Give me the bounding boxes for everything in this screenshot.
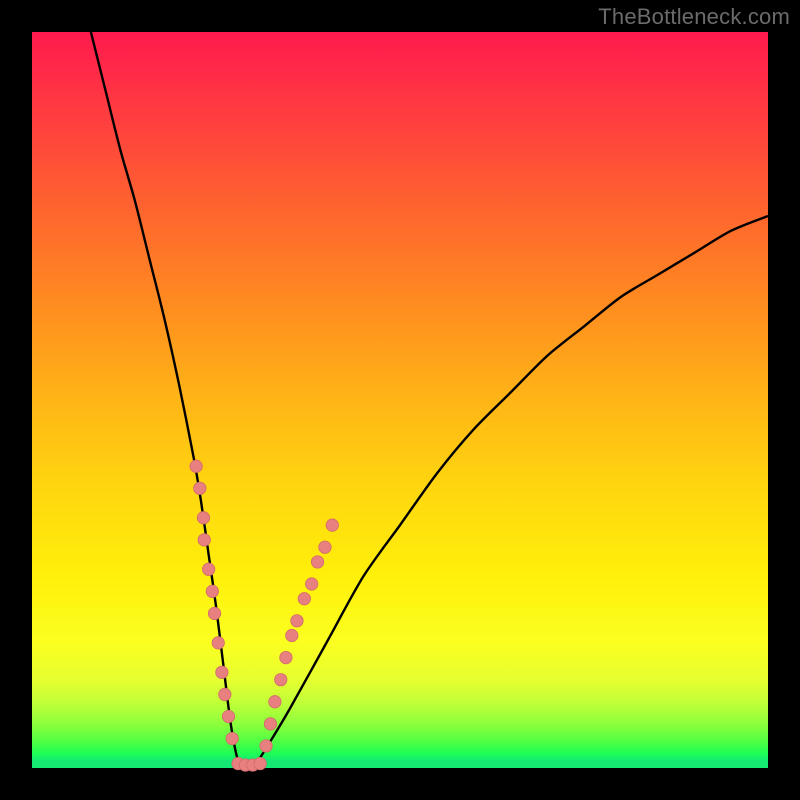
- watermark-text: TheBottleneck.com: [598, 4, 790, 30]
- data-dot: [202, 563, 214, 575]
- data-dot: [194, 482, 206, 494]
- data-dot: [291, 615, 303, 627]
- data-dot: [326, 519, 338, 531]
- data-dot: [260, 740, 272, 752]
- curve-dots: [190, 460, 339, 771]
- curve-layer: [32, 32, 768, 768]
- data-dot: [208, 607, 220, 619]
- data-dot: [216, 666, 228, 678]
- data-dot: [197, 512, 209, 524]
- data-dot: [298, 593, 310, 605]
- plot-area: [32, 32, 768, 768]
- data-dot: [190, 460, 202, 472]
- data-dot: [319, 541, 331, 553]
- data-dot: [305, 578, 317, 590]
- data-dot: [269, 696, 281, 708]
- data-dot: [222, 710, 234, 722]
- data-dot: [280, 651, 292, 663]
- data-dot: [219, 688, 231, 700]
- data-dot: [212, 637, 224, 649]
- data-dot: [198, 534, 210, 546]
- chart-root: TheBottleneck.com: [0, 0, 800, 800]
- bottleneck-curve: [91, 32, 768, 770]
- data-dot: [286, 629, 298, 641]
- data-dot: [275, 673, 287, 685]
- data-dot: [206, 585, 218, 597]
- data-dot: [254, 757, 266, 769]
- data-dot: [264, 718, 276, 730]
- data-dot: [311, 556, 323, 568]
- data-dot: [226, 732, 238, 744]
